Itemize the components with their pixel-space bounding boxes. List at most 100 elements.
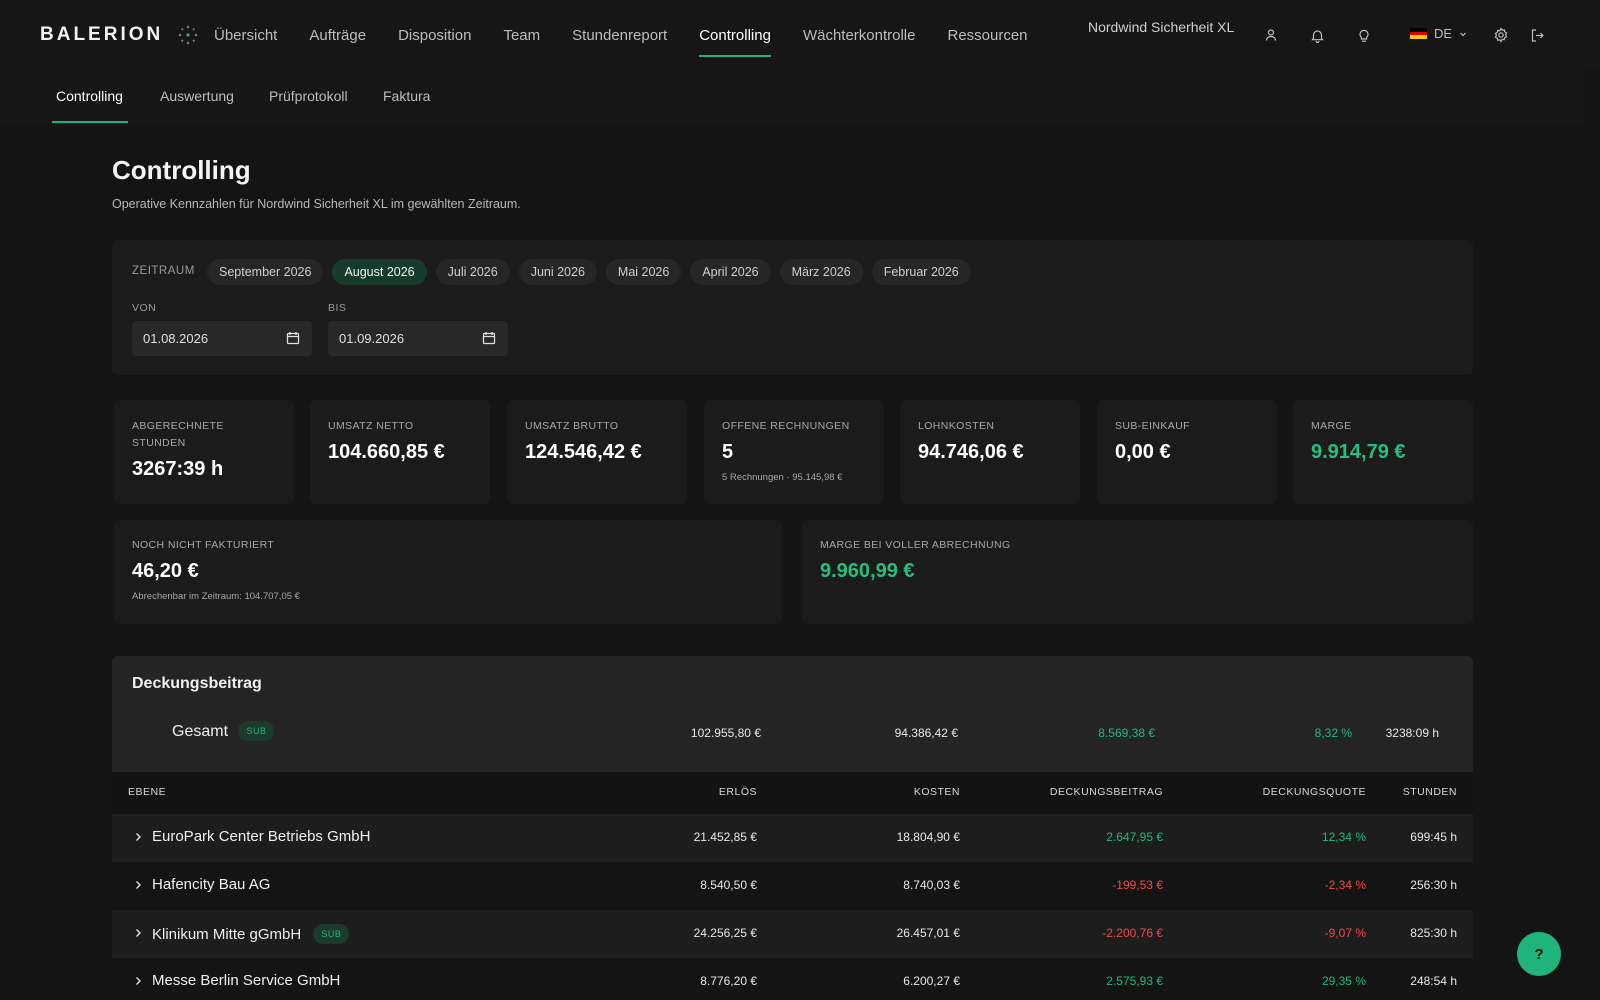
total-quote: 8,32 %	[1314, 726, 1352, 740]
cell-quote: 12,34 %	[1321, 830, 1366, 844]
section-title: Deckungsbeitrag	[132, 675, 262, 692]
chevron-right-icon[interactable]	[132, 975, 144, 987]
row-name: EuroPark Center Betriebs GmbH	[152, 828, 371, 845]
subtab-auswertung[interactable]: Auswertung	[160, 88, 234, 104]
total-label: Gesamt SUB	[172, 721, 275, 741]
settings-icon[interactable]	[1491, 25, 1511, 45]
brand[interactable]: BALERION	[40, 24, 199, 46]
column-header-erloes[interactable]: ERLÖS	[719, 786, 757, 798]
from-date-field[interactable]: 01.08.2026	[132, 321, 312, 356]
cell-stunden: 256:30 h	[1410, 878, 1457, 892]
kpi-card-revenue-gross: UMSATZ BRUTTO 124.546,42 €	[507, 400, 687, 504]
period-chip[interactable]: Februar 2026	[871, 259, 971, 285]
table-row[interactable]: Klinikum Mitte gGmbH SUB 24.256,25 € 26.…	[112, 910, 1473, 958]
to-label: BIS	[328, 302, 347, 314]
subtab-faktura[interactable]: Faktura	[383, 88, 430, 104]
top-navigation: BALERION Übersicht Aufträge Disposition …	[0, 0, 1600, 70]
kpi-label: UMSATZ BRUTTO	[525, 420, 619, 432]
unbilled-label: NOCH NICHT FAKTURIERT	[132, 539, 275, 551]
kpi-value: 124.546,42 €	[525, 441, 642, 463]
organization-name[interactable]: Nordwind Sicherheit XL	[1088, 19, 1234, 35]
nav-item-waechterkontrolle[interactable]: Wächterkontrolle	[803, 0, 916, 70]
lightbulb-icon[interactable]	[1354, 25, 1374, 45]
row-name: Klinikum Mitte gGmbH SUB	[152, 924, 350, 944]
active-subtab-indicator	[52, 121, 128, 123]
table-header: EBENE ERLÖS KOSTEN DECKUNGSBEITRAG DECKU…	[112, 772, 1473, 814]
cell-quote: 29,35 %	[1321, 974, 1366, 988]
column-header-ebene[interactable]: EBENE	[128, 786, 166, 798]
kpi-label: MARGE	[1311, 420, 1352, 432]
full-margin-card: MARGE BEI VOLLER ABRECHNUNG 9.960,99 €	[802, 520, 1473, 624]
kpi-label: OFFENE RECHNUNGEN	[722, 420, 850, 432]
chevron-down-icon	[1460, 32, 1466, 36]
cell-stunden: 248:54 h	[1410, 974, 1457, 988]
sub-badge: SUB	[238, 721, 275, 741]
period-chip[interactable]: September 2026	[207, 259, 324, 285]
kpi-value: 104.660,85 €	[328, 441, 445, 463]
cell-kosten: 8.740,03 €	[903, 878, 960, 892]
column-header-quote[interactable]: DECKUNGSQUOTE	[1263, 786, 1366, 798]
period-chip[interactable]: Mai 2026	[605, 259, 682, 285]
nav-item-stundenreport[interactable]: Stundenreport	[572, 0, 667, 70]
nav-item-controlling[interactable]: Controlling	[699, 0, 771, 70]
total-name: Gesamt	[172, 723, 229, 740]
calendar-icon[interactable]	[482, 331, 496, 345]
logout-icon[interactable]	[1527, 25, 1547, 45]
cell-stunden: 825:30 h	[1410, 926, 1457, 940]
cell-deckungsbeitrag: 2.575,93 €	[1106, 974, 1163, 988]
nav-item-auftraege[interactable]: Aufträge	[309, 0, 366, 70]
cell-erloes: 24.256,25 €	[693, 926, 757, 940]
kpi-label: SUB-EINKAUF	[1115, 420, 1190, 432]
table-row[interactable]: Messe Berlin Service GmbH 8.776,20 € 6.2…	[112, 958, 1473, 1000]
nav-item-team[interactable]: Team	[503, 0, 540, 70]
calendar-icon[interactable]	[286, 331, 300, 345]
period-chip-active[interactable]: August 2026	[332, 259, 427, 285]
subtab-controlling[interactable]: Controlling	[56, 88, 123, 104]
kpi-value: 94.746,06 €	[918, 441, 1024, 463]
cell-quote: -2,34 %	[1324, 878, 1366, 892]
period-chip[interactable]: März 2026	[779, 259, 863, 285]
user-icon[interactable]	[1261, 25, 1281, 45]
period-chips: September 2026 August 2026 Juli 2026 Jun…	[207, 259, 971, 285]
chevron-right-icon[interactable]	[132, 831, 144, 843]
table-row[interactable]: Hafencity Bau AG 8.540,50 € 8.740,03 € -…	[112, 862, 1473, 910]
nav-item-uebersicht[interactable]: Übersicht	[214, 0, 277, 70]
period-chip[interactable]: Juni 2026	[518, 259, 597, 285]
kpi-value: 5	[722, 441, 734, 463]
bell-icon[interactable]	[1307, 25, 1327, 45]
subtab-pruefprotokoll[interactable]: Prüfprotokoll	[269, 88, 348, 104]
chevron-right-icon[interactable]	[132, 879, 144, 891]
brand-logo-icon	[178, 25, 198, 45]
help-button[interactable]: ?	[1517, 932, 1561, 976]
cell-erloes: 8.776,20 €	[700, 974, 757, 988]
kpi-label: LOHNKOSTEN	[918, 420, 995, 432]
language-selector[interactable]: DE	[1410, 26, 1467, 41]
sub-navigation: Controlling Auswertung Prüfprotokoll Fak…	[0, 70, 1584, 124]
kpi-label: ABGERECHNETE STUNDEN	[132, 420, 224, 449]
period-chip[interactable]: Juli 2026	[435, 259, 510, 285]
kpi-card-wage-costs: LOHNKOSTEN 94.746,06 €	[900, 400, 1080, 504]
period-chip[interactable]: April 2026	[690, 259, 771, 285]
full-margin-value: 9.960,99 €	[820, 560, 915, 582]
kpi-value: 3267:39 h	[132, 458, 224, 480]
cell-kosten: 6.200,27 €	[903, 974, 960, 988]
nav-item-ressourcen[interactable]: Ressourcen	[947, 0, 1027, 70]
cell-stunden: 699:45 h	[1410, 830, 1457, 844]
to-date-field[interactable]: 01.09.2026	[328, 321, 508, 356]
unbilled-hint: Abrechenbar im Zeitraum: 104.707,05 €	[132, 591, 300, 602]
column-header-deckungsbeitrag[interactable]: DECKUNGSBEITRAG	[1050, 786, 1163, 798]
unbilled-value: 46,20 €	[132, 560, 199, 582]
chevron-right-icon[interactable]	[132, 927, 144, 939]
row-name-text: Klinikum Mitte gGmbH	[152, 926, 302, 943]
cell-erloes: 21.452,85 €	[693, 830, 757, 844]
nav-item-disposition[interactable]: Disposition	[398, 0, 471, 70]
unbilled-card: NOCH NICHT FAKTURIERT 46,20 € Abrechenba…	[114, 520, 782, 624]
to-date-value: 01.09.2026	[339, 331, 405, 346]
kpi-value: 9.914,79 €	[1311, 441, 1406, 463]
row-name: Messe Berlin Service GmbH	[152, 972, 341, 989]
kpi-card-open-invoices[interactable]: OFFENE RECHNUNGEN 5 5 Rechnungen · 95.14…	[704, 400, 884, 504]
table-row[interactable]: EuroPark Center Betriebs GmbH 21.452,85 …	[112, 814, 1473, 862]
kpi-card-sub-purchase: SUB-EINKAUF 0,00 €	[1097, 400, 1277, 504]
column-header-kosten[interactable]: KOSTEN	[914, 786, 960, 798]
column-header-stunden[interactable]: STUNDEN	[1403, 786, 1457, 798]
